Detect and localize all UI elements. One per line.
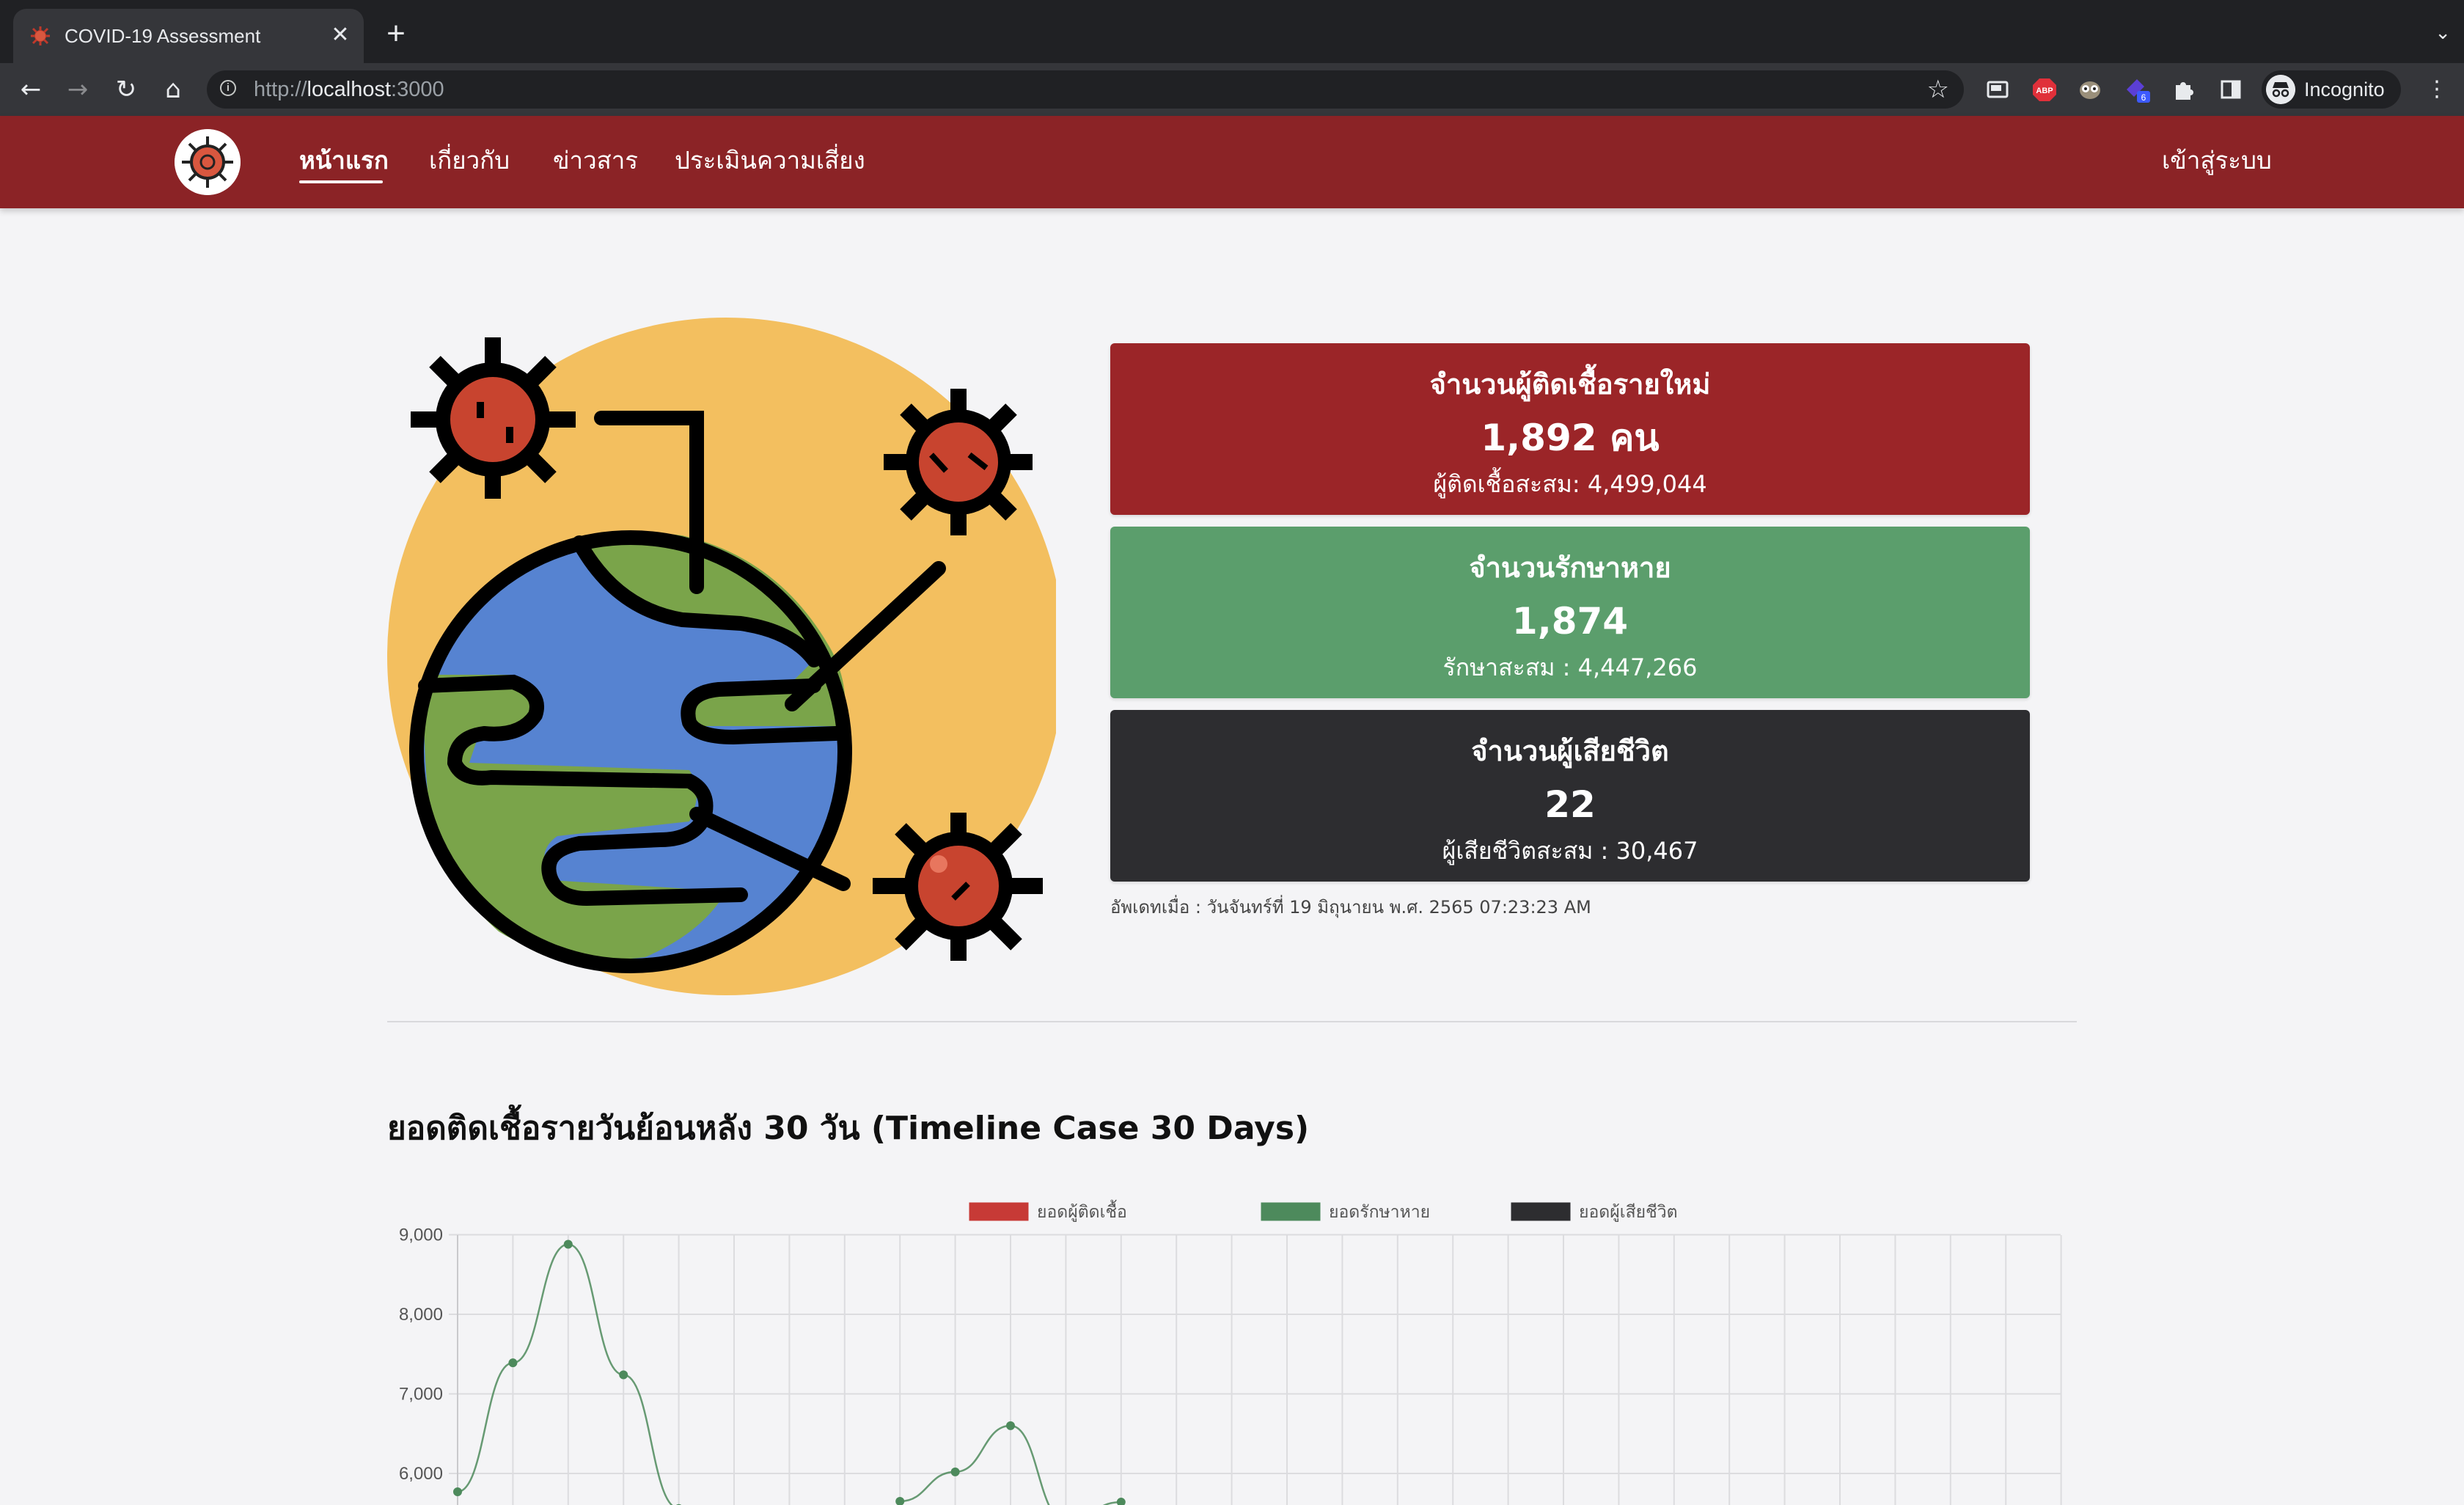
data-point: [1006, 1421, 1015, 1430]
y-tick-label: 7,000: [399, 1385, 443, 1405]
legend-label: ยอดผู้ติดเชื้อ: [1037, 1200, 1127, 1222]
legend-swatch: [1511, 1202, 1571, 1221]
data-point: [619, 1370, 628, 1380]
legend-label: ยอดผู้เสียชีวิต: [1579, 1203, 1678, 1222]
legend-swatch: [969, 1202, 1029, 1221]
y-tick-label: 6,000: [399, 1464, 443, 1484]
data-point: [950, 1467, 960, 1476]
timeline-line-chart: ยอดผู้ติดเชื้อ ยอดรักษาหาย ยอดผู้เสียชีวิต…: [399, 1200, 2062, 1505]
data-point: [895, 1496, 905, 1505]
data-point: [508, 1358, 518, 1368]
data-point: [563, 1239, 573, 1249]
data-point: [453, 1487, 462, 1496]
y-tick-label: 9,000: [399, 1226, 443, 1245]
y-tick-label: 8,000: [399, 1305, 443, 1325]
legend-label: ยอดรักษาหาย: [1329, 1203, 1430, 1222]
legend-swatch: [1261, 1202, 1321, 1221]
data-point: [1116, 1498, 1126, 1505]
